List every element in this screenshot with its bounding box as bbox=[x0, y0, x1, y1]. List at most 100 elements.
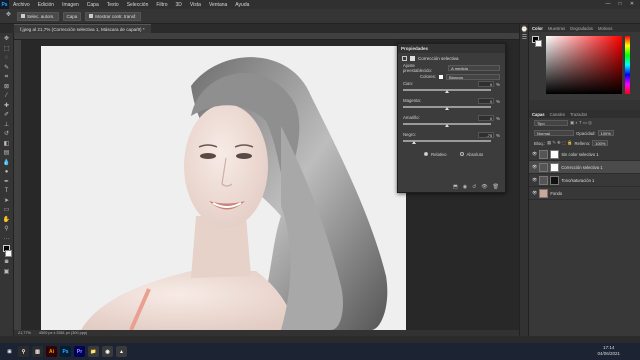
blur-icon[interactable]: 💧 bbox=[2, 160, 11, 168]
quick-select-icon[interactable]: ✎ bbox=[2, 65, 11, 73]
mask-thumbnail[interactable] bbox=[550, 162, 560, 172]
pen-icon[interactable]: ✒ bbox=[2, 179, 11, 187]
menu-filtro[interactable]: Filtro bbox=[152, 2, 171, 8]
visibility-icon[interactable]: 👁 bbox=[481, 184, 487, 190]
document-tab[interactable]: f.jpeg al 21,7% (Corrección selectiva 1,… bbox=[14, 24, 151, 33]
vlc-icon[interactable]: ▲ bbox=[116, 346, 127, 357]
slider-value-input[interactable]: -75 bbox=[478, 132, 495, 138]
filter-icons[interactable]: ▣ ◐ T ▭ ◎ bbox=[570, 120, 592, 126]
menu-capa[interactable]: Capa bbox=[83, 2, 103, 8]
properties-panel-icon[interactable]: ☰ bbox=[520, 35, 529, 43]
hand-icon[interactable]: ✋ bbox=[2, 217, 11, 225]
mask-thumbnail[interactable] bbox=[550, 149, 560, 159]
delete-icon[interactable]: 🗑 bbox=[493, 184, 499, 190]
colors-dropdown[interactable]: Blancos bbox=[445, 73, 500, 80]
screen-mode-icon[interactable]: ▣ bbox=[2, 269, 11, 277]
tab-capas[interactable]: Capas bbox=[532, 112, 545, 117]
opacity-input[interactable]: 100% bbox=[597, 130, 614, 136]
slider-value-input[interactable]: 0 bbox=[478, 115, 495, 121]
layer-row-selected[interactable]: 👁 Corrección selectiva 1 bbox=[529, 161, 640, 174]
lock-icons[interactable]: ▦ ✎ ✥ ⬚ 🔒 bbox=[547, 140, 572, 146]
eraser-icon[interactable]: ◧ bbox=[2, 141, 11, 149]
slider-thumb[interactable] bbox=[445, 107, 449, 110]
document-canvas[interactable] bbox=[41, 46, 406, 330]
task-view-icon[interactable]: ▥ bbox=[32, 346, 43, 357]
visibility-eye-icon[interactable]: 👁 bbox=[532, 177, 537, 183]
menu-ayuda[interactable]: Ayuda bbox=[231, 2, 253, 8]
absolute-radio[interactable] bbox=[459, 152, 464, 156]
slider-value-input[interactable]: 0 bbox=[478, 81, 495, 87]
eyedropper-icon[interactable]: ⁄ bbox=[2, 93, 11, 101]
slider-thumb[interactable] bbox=[445, 124, 449, 127]
move-icon[interactable]: ✥ bbox=[2, 36, 11, 44]
preset-dropdown[interactable]: A medida bbox=[448, 64, 500, 71]
gradient-icon[interactable]: ▤ bbox=[2, 150, 11, 158]
view-previous-icon[interactable]: ◉ bbox=[463, 184, 467, 190]
reset-icon[interactable]: ↺ bbox=[472, 184, 476, 190]
clip-to-layer-icon[interactable]: ⬒ bbox=[453, 184, 458, 190]
close-window-button[interactable]: ✕ bbox=[626, 0, 638, 9]
history-panel-icon[interactable]: ⌚ bbox=[520, 27, 529, 35]
marquee-icon[interactable]: ⬚ bbox=[2, 46, 11, 54]
menu-vista[interactable]: Vista bbox=[186, 2, 205, 8]
menu-imagen[interactable]: Imagen bbox=[58, 2, 83, 8]
layer-mode-dropdown[interactable]: Capa bbox=[62, 11, 82, 21]
lasso-icon[interactable]: ◌ bbox=[2, 55, 11, 63]
dodge-icon[interactable]: ● bbox=[2, 169, 11, 177]
menu-texto[interactable]: Texto bbox=[103, 2, 123, 8]
visibility-eye-icon[interactable]: 👁 bbox=[532, 151, 537, 157]
slider-track[interactable] bbox=[403, 106, 491, 110]
quick-mask-icon[interactable]: ◙ bbox=[2, 259, 11, 267]
maximize-button[interactable]: □ bbox=[614, 0, 626, 9]
zoom-icon[interactable]: ⚲ bbox=[2, 226, 11, 234]
tab-muestras[interactable]: Muestras bbox=[548, 26, 565, 31]
minimize-button[interactable]: — bbox=[602, 0, 614, 9]
slider-thumb[interactable] bbox=[445, 90, 449, 93]
layer-mask-icon[interactable] bbox=[410, 55, 415, 61]
menu-seleccion[interactable]: Selección bbox=[123, 2, 153, 8]
fill-input[interactable]: 100% bbox=[592, 140, 609, 146]
tab-motivos[interactable]: Motivos bbox=[598, 26, 612, 31]
frame-icon[interactable]: ⊠ bbox=[2, 84, 11, 92]
relative-radio[interactable] bbox=[424, 152, 428, 156]
photoshop-icon[interactable]: Ps bbox=[60, 346, 71, 357]
background-color-swatch[interactable] bbox=[5, 250, 12, 257]
search-icon[interactable]: ⚲ bbox=[18, 346, 29, 357]
menu-ventana[interactable]: Ventana bbox=[205, 2, 231, 8]
zoom-level[interactable]: 21,77% bbox=[18, 331, 31, 335]
tab-trazados[interactable]: Trazados bbox=[570, 112, 587, 117]
show-transform-checkbox[interactable]: Mostrar contr. transf. bbox=[85, 11, 141, 21]
path-select-icon[interactable]: ➤ bbox=[2, 198, 11, 206]
blend-mode-dropdown[interactable]: Normal bbox=[534, 130, 574, 136]
type-icon[interactable]: T bbox=[2, 188, 11, 196]
system-clock[interactable]: 17:14 04/06/2021 bbox=[597, 345, 620, 357]
tab-color[interactable]: Color bbox=[532, 26, 543, 31]
slider-value-input[interactable]: 0 bbox=[478, 98, 495, 104]
explorer-icon[interactable]: 📁 bbox=[88, 346, 99, 357]
healing-icon[interactable]: ✚ bbox=[2, 103, 11, 111]
slider-track[interactable] bbox=[403, 89, 491, 93]
history-brush-icon[interactable]: ↺ bbox=[2, 131, 11, 139]
crop-icon[interactable]: ⌗ bbox=[2, 74, 11, 82]
illustrator-icon[interactable]: Ai bbox=[46, 346, 57, 357]
layer-filter-dropdown[interactable]: Tipo bbox=[534, 120, 568, 126]
visibility-eye-icon[interactable]: 👁 bbox=[532, 164, 537, 170]
shape-icon[interactable]: ▭ bbox=[2, 207, 11, 215]
color-field[interactable] bbox=[546, 36, 622, 94]
bg-color-chip[interactable] bbox=[535, 40, 542, 47]
properties-title[interactable]: Propiedades bbox=[398, 44, 505, 53]
slider-thumb[interactable] bbox=[412, 141, 416, 144]
menu-3d[interactable]: 3D bbox=[172, 2, 186, 8]
layer-row[interactable]: 👁 Sin color selectivo 1 bbox=[529, 148, 640, 161]
more-tools-icon[interactable]: ··· bbox=[2, 236, 11, 244]
layer-row[interactable]: 👁 Fondo bbox=[529, 187, 640, 200]
tab-canales[interactable]: Canales bbox=[550, 112, 565, 117]
hue-slider[interactable] bbox=[625, 36, 630, 94]
slider-track[interactable] bbox=[403, 140, 491, 144]
auto-select-checkbox[interactable]: Selec. autom. bbox=[17, 11, 59, 21]
premiere-icon[interactable]: Pr bbox=[74, 346, 85, 357]
tab-degradados[interactable]: Degradados bbox=[570, 26, 593, 31]
menu-archivo[interactable]: Archivo bbox=[9, 2, 34, 8]
menu-edicion[interactable]: Edición bbox=[34, 2, 58, 8]
visibility-eye-icon[interactable]: 👁 bbox=[532, 190, 537, 196]
